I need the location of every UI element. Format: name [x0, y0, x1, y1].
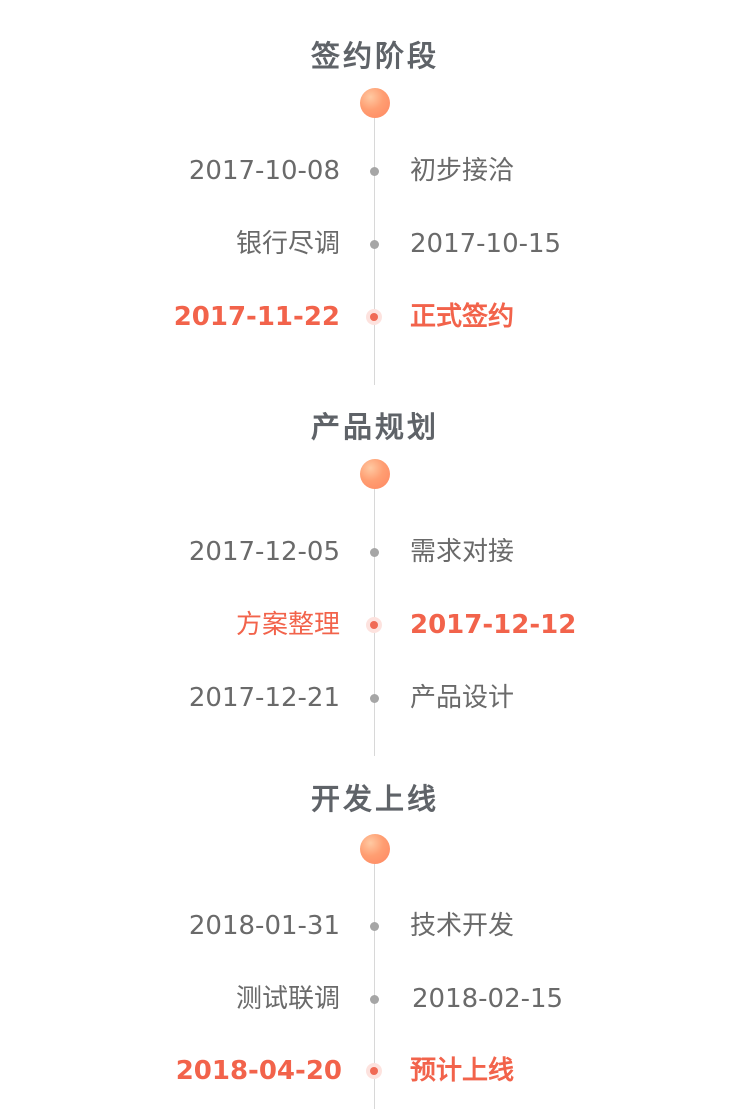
timeline-node: [370, 922, 379, 931]
timeline-node-highlight: [366, 309, 382, 325]
row-right-text-highlight: 2017-12-12: [410, 610, 577, 640]
row-right-text: 需求对接: [410, 537, 515, 567]
row-right-text: 初步接洽: [410, 156, 515, 186]
row-left-text: 2017-12-21: [188, 683, 340, 713]
section-title-launch: 开发上线: [310, 782, 439, 816]
timeline-node: [370, 548, 379, 557]
row-left-text-highlight: 2017-11-22: [173, 302, 340, 332]
section-title-planning: 产品规划: [310, 410, 439, 444]
milestone-dot-signing: [360, 88, 390, 118]
timeline-node: [370, 240, 379, 249]
row-right-text: 2017-10-15: [410, 229, 562, 259]
timeline: 签约阶段 2017-10-08 初步接洽 银行尽调 2017-10-15 201…: [0, 0, 750, 1112]
row-left-text: 测试联调: [235, 984, 340, 1014]
milestone-dot-planning: [360, 459, 390, 489]
timeline-node: [370, 995, 379, 1004]
milestone-dot-launch: [360, 834, 390, 864]
row-right-text-highlight: 预计上线: [410, 1056, 515, 1086]
row-right-text: 2018-02-15: [412, 984, 564, 1014]
row-left-text-highlight: 方案整理: [235, 610, 340, 640]
row-left-text: 2017-10-08: [188, 156, 340, 186]
timeline-node: [370, 694, 379, 703]
row-right-text: 产品设计: [410, 683, 515, 713]
timeline-line-planning: [374, 474, 375, 756]
timeline-node: [370, 167, 379, 176]
row-left-text: 2018-01-31: [188, 911, 340, 941]
row-left-text: 2017-12-05: [188, 537, 340, 567]
timeline-node-highlight: [366, 617, 382, 633]
row-left-text: 银行尽调: [235, 229, 340, 259]
row-left-text-highlight: 2018-04-20: [175, 1056, 342, 1086]
timeline-node-highlight: [366, 1063, 382, 1079]
section-title-signing: 签约阶段: [310, 39, 439, 73]
row-right-text-highlight: 正式签约: [410, 302, 515, 332]
row-right-text: 技术开发: [410, 911, 515, 941]
